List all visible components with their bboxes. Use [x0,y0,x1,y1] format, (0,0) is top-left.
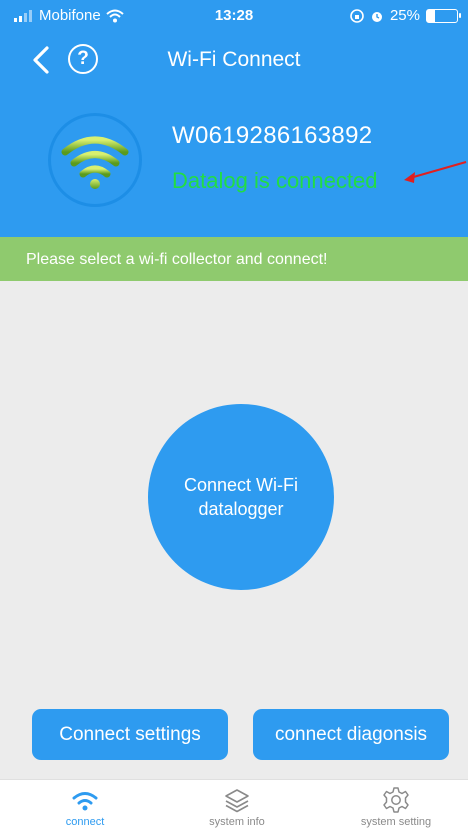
connect-datalogger-label: Connect Wi-Fi datalogger [183,475,299,519]
tab-connect-label: connect [65,816,105,828]
battery-icon [426,8,461,23]
tab-connect[interactable]: connect [25,780,145,829]
notice-banner: Please select a wi-fi collector and conn… [0,237,468,281]
page-title: Wi-Fi Connect [167,48,301,71]
annotation-arrow-icon [404,161,467,183]
alarm-icon [371,11,382,22]
tab-system-info-label: system info [209,816,265,828]
datalogger-serial: W0619286163892 [172,122,373,149]
tab-system-setting-label: system setting [360,816,432,828]
navigation-bar: ? Wi-Fi Connect [0,38,468,82]
connect-diagnosis-button[interactable]: connect diagonsis [253,709,449,760]
datalogger-logo [48,113,142,207]
tab-bar: connect system info system setting [0,779,468,829]
status-bar: Mobifone 13:28 25% [0,0,468,30]
battery-percent: 25% [389,7,420,24]
layers-icon [225,789,249,813]
tab-system-info[interactable]: system info [177,780,297,829]
connection-status: Datalog is connected [172,168,378,193]
rotation-lock-icon [350,8,364,23]
connect-settings-button[interactable]: Connect settings [32,709,228,760]
tab-system-setting[interactable]: system setting [336,780,456,829]
connect-datalogger-button[interactable]: Connect Wi-Fi datalogger [148,404,334,590]
gear-icon [383,787,409,813]
header: Mobifone 13:28 25% ? Wi-Fi Connect W0619… [0,0,468,237]
battery-level [427,9,435,22]
wifi-logo-icon [61,136,129,189]
wifi-icon [72,792,98,811]
status-bar-right: 25% [350,7,461,24]
